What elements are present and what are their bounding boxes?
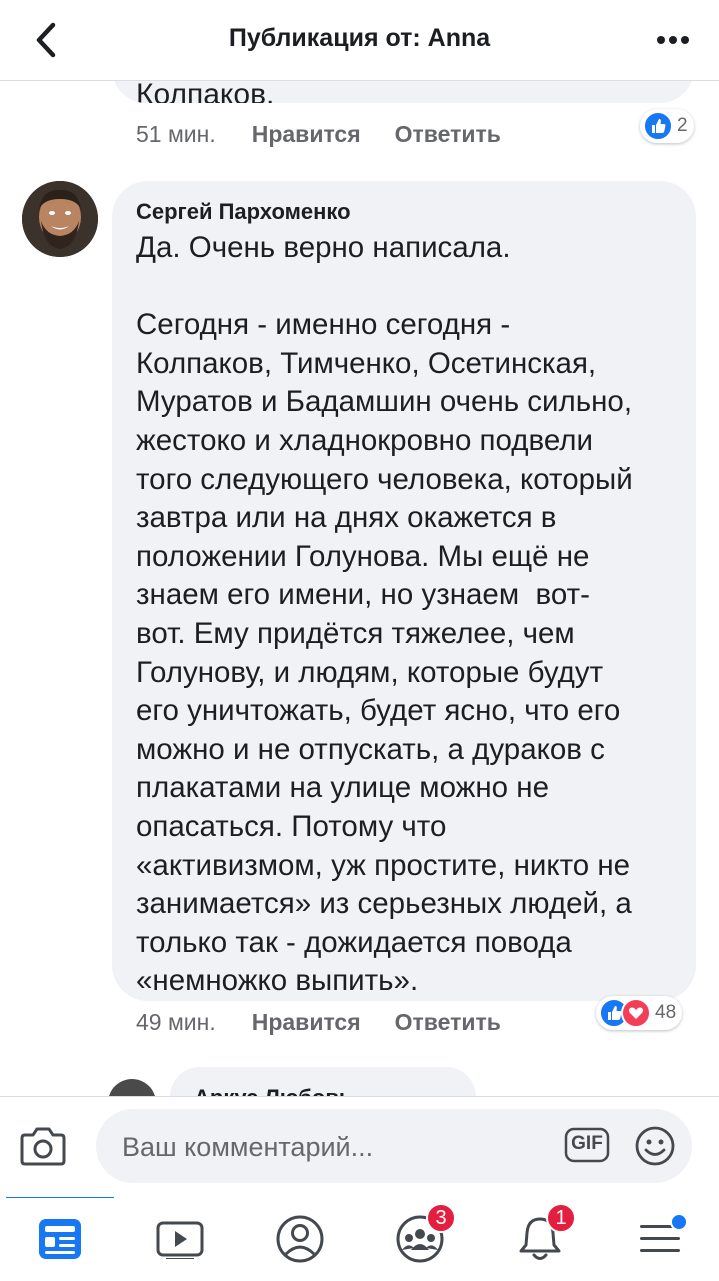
more-dots-icon: [657, 36, 689, 44]
comment-text: Да. Очень верно написала. Сегодня - имен…: [136, 231, 633, 998]
like-button[interactable]: Нравится: [252, 1009, 361, 1036]
comment-input-container[interactable]: GIF: [96, 1109, 692, 1185]
reply-button[interactable]: Ответить: [395, 1009, 501, 1036]
tab-notifications[interactable]: 1: [510, 1203, 576, 1267]
smiley-icon: [635, 1126, 675, 1166]
tab-profile[interactable]: [270, 1211, 330, 1267]
top-bar: Публикация от: Anna: [0, 0, 719, 81]
tab-menu[interactable]: [630, 1211, 690, 1267]
previous-comment-actions: 51 мин. Нравится Ответить: [136, 121, 535, 148]
like-reaction-icon: [643, 111, 673, 141]
comment-bubble[interactable]: Сергей Пархоменко Да. Очень верно написа…: [112, 181, 696, 1001]
reactions-summary[interactable]: 48: [596, 996, 683, 1030]
comment-composer: GIF: [0, 1096, 719, 1197]
page-title: Публикация от: Anna: [228, 24, 491, 52]
previous-comment-text: Колпаков.: [136, 81, 275, 103]
comment-input[interactable]: [120, 1109, 544, 1185]
tab-groups[interactable]: 3: [390, 1203, 456, 1267]
notifications-badge: 1: [546, 1203, 576, 1233]
previous-comment-bubble: Колпаков.: [112, 81, 694, 103]
comments-feed[interactable]: Колпаков. 51 мин. Нравится Ответить 2 Се…: [0, 81, 719, 1096]
avatar[interactable]: [22, 181, 98, 257]
profile-photo-icon: [22, 181, 98, 257]
menu-update-dot: [670, 1213, 688, 1231]
more-options-button[interactable]: [651, 20, 695, 60]
comment-timestamp: 51 мин.: [136, 121, 216, 147]
reaction-count: 2: [677, 115, 688, 136]
like-button[interactable]: Нравится: [252, 121, 361, 148]
groups-badge: 3: [426, 1203, 456, 1233]
next-comment-bubble[interactable]: Аркус Любовь: [170, 1067, 476, 1096]
camera-icon: [20, 1127, 66, 1166]
video-play-icon: [156, 1221, 204, 1259]
profile-icon: [276, 1215, 324, 1263]
comment-timestamp: 49 мин.: [136, 1009, 216, 1035]
reaction-count: 48: [655, 1002, 677, 1023]
avatar[interactable]: [108, 1079, 156, 1096]
love-reaction-icon: [621, 998, 651, 1028]
bottom-tab-bar: 3 1: [0, 1195, 719, 1281]
gif-button[interactable]: GIF: [564, 1127, 610, 1163]
reply-button[interactable]: Ответить: [395, 121, 501, 148]
camera-button[interactable]: [16, 1119, 70, 1173]
comment-actions: 49 мин. Нравится Ответить: [136, 1009, 535, 1036]
comment-author[interactable]: Сергей Пархоменко: [136, 199, 351, 225]
tab-watch[interactable]: [150, 1211, 210, 1267]
comment-author[interactable]: Аркус Любовь: [194, 1085, 352, 1096]
emoji-button[interactable]: [632, 1123, 678, 1169]
tab-news-feed[interactable]: [30, 1211, 90, 1267]
reactions-summary[interactable]: 2: [640, 109, 694, 143]
news-feed-icon: [39, 1219, 81, 1259]
gif-label: GIF: [571, 1133, 603, 1154]
